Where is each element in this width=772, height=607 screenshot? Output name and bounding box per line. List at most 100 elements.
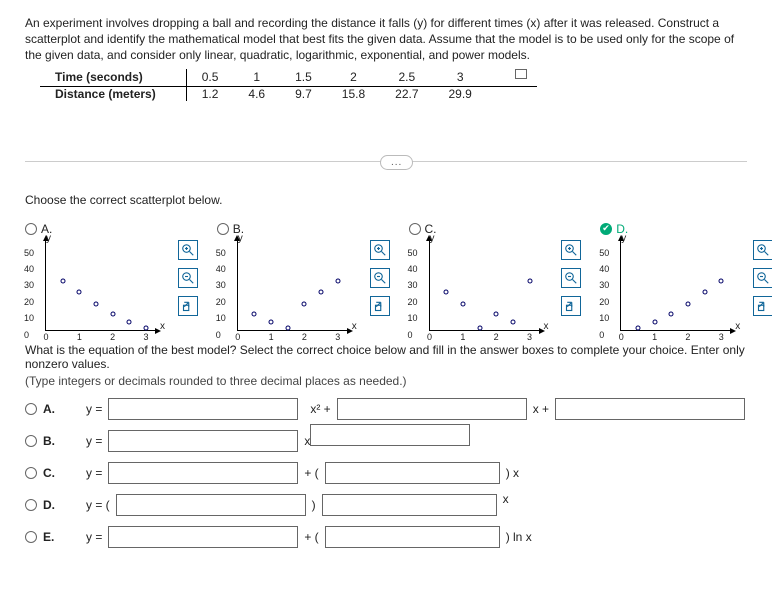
- popout-icon[interactable]: [753, 296, 772, 316]
- choice-c-input1[interactable]: [108, 462, 298, 484]
- x-axis-label: x: [352, 321, 357, 332]
- y-axis-label: y: [621, 233, 626, 244]
- dist-cell-1: 4.6: [233, 86, 280, 101]
- zoom-out-icon[interactable]: [753, 268, 772, 288]
- ytick: 10: [599, 313, 609, 323]
- y-axis-label: y: [238, 233, 243, 244]
- choice-e-input2[interactable]: [325, 526, 500, 548]
- ytick: 30: [408, 280, 418, 290]
- xtick: 2: [302, 332, 307, 342]
- ytick: 0: [24, 330, 29, 340]
- data-point: [510, 320, 515, 325]
- zoom-in-icon[interactable]: [370, 240, 390, 260]
- plot-b-radio[interactable]: [217, 223, 229, 235]
- choice-d-row: D. y = ( ) x: [25, 494, 747, 516]
- ytick: 50: [216, 248, 226, 258]
- ytick: 30: [24, 280, 34, 290]
- data-point: [335, 278, 340, 283]
- plot-b: B.xy010203040500123: [217, 222, 364, 331]
- choice-a-input2[interactable]: [337, 398, 527, 420]
- show-more-button[interactable]: ...: [380, 155, 413, 170]
- lookup-icon[interactable]: [508, 69, 522, 83]
- xtick: 0: [427, 332, 432, 342]
- zoom-in-icon[interactable]: [178, 240, 198, 260]
- zoom-in-icon[interactable]: [561, 240, 581, 260]
- choice-d-input1[interactable]: [116, 494, 306, 516]
- choice-e-pre: y =: [86, 530, 102, 544]
- choice-a-radio[interactable]: [25, 403, 37, 415]
- plot-a: A.xy010203040500123: [25, 222, 172, 331]
- xtick: 3: [719, 332, 724, 342]
- time-cell-1: 1: [233, 69, 280, 87]
- choice-e-radio[interactable]: [25, 531, 37, 543]
- instruction-text: An experiment involves dropping a ball a…: [25, 15, 747, 64]
- data-table: Time (seconds) 0.5 1 1.5 2 2.5 3 Distanc…: [40, 69, 537, 101]
- plots-container: A.xy010203040500123B.xy010203040500123C.…: [25, 222, 747, 331]
- popout-icon[interactable]: [561, 296, 581, 316]
- plot-c-radio[interactable]: [409, 223, 421, 235]
- choice-d-radio[interactable]: [25, 499, 37, 511]
- choice-b-row: B. y = x: [25, 430, 747, 452]
- plot-area: xy010203040500123: [620, 241, 730, 331]
- choice-c-mid: + (: [304, 466, 318, 480]
- data-point: [94, 301, 99, 306]
- choice-a-pre: y =: [86, 402, 102, 416]
- data-point: [685, 301, 690, 306]
- choice-a-label: A.: [43, 402, 55, 416]
- zoom-out-icon[interactable]: [561, 268, 581, 288]
- data-point: [302, 301, 307, 306]
- data-point: [494, 311, 499, 316]
- data-point: [77, 290, 82, 295]
- data-point: [477, 325, 482, 330]
- zoom-out-icon[interactable]: [370, 268, 390, 288]
- xtick: 0: [43, 332, 48, 342]
- choice-d-label: D.: [43, 498, 55, 512]
- dist-cell-0: 1.2: [186, 86, 233, 101]
- plot-d-radio[interactable]: [600, 223, 612, 235]
- data-point: [669, 311, 674, 316]
- ytick: 10: [216, 313, 226, 323]
- choice-a-input3[interactable]: [555, 398, 745, 420]
- choice-c-radio[interactable]: [25, 467, 37, 479]
- choice-a-mid: x² +: [310, 402, 330, 416]
- ytick: 20: [24, 297, 34, 307]
- time-cell-5: 3: [434, 69, 487, 87]
- y-axis-label: y: [46, 233, 51, 244]
- choice-c-row: C. y = + ( ) x: [25, 462, 747, 484]
- ytick: 30: [216, 280, 226, 290]
- choice-e-label: E.: [43, 530, 54, 544]
- data-point: [527, 278, 532, 283]
- dist-cell-4: 22.7: [380, 86, 433, 101]
- choice-d-post: x: [503, 492, 509, 506]
- y-axis-label: y: [430, 233, 435, 244]
- choice-d-input2[interactable]: [322, 494, 497, 516]
- plot-a-radio[interactable]: [25, 223, 37, 235]
- data-point: [252, 311, 257, 316]
- time-cell-3: 2: [327, 69, 380, 87]
- xtick: 3: [335, 332, 340, 342]
- choice-a-input1[interactable]: [108, 398, 298, 420]
- xtick: 2: [685, 332, 690, 342]
- choice-e-input1[interactable]: [108, 526, 298, 548]
- choice-b-input1[interactable]: [108, 430, 298, 452]
- xtick: 3: [527, 332, 532, 342]
- data-point: [444, 290, 449, 295]
- zoom-out-icon[interactable]: [178, 268, 198, 288]
- xtick: 1: [269, 332, 274, 342]
- choice-b-label: B.: [43, 434, 55, 448]
- zoom-in-icon[interactable]: [753, 240, 772, 260]
- popout-icon[interactable]: [178, 296, 198, 316]
- popout-icon[interactable]: [370, 296, 390, 316]
- data-point: [702, 290, 707, 295]
- choice-c-input2[interactable]: [325, 462, 500, 484]
- data-point: [144, 325, 149, 330]
- dist-cell-5: 29.9: [434, 86, 487, 101]
- x-axis-label: x: [544, 321, 549, 332]
- time-cell-4: 2.5: [380, 69, 433, 87]
- ytick: 40: [24, 264, 34, 274]
- ytick: 40: [216, 264, 226, 274]
- ytick: 20: [216, 297, 226, 307]
- choice-b-input2[interactable]: [310, 424, 470, 446]
- choice-c-label: C.: [43, 466, 55, 480]
- choice-b-radio[interactable]: [25, 435, 37, 447]
